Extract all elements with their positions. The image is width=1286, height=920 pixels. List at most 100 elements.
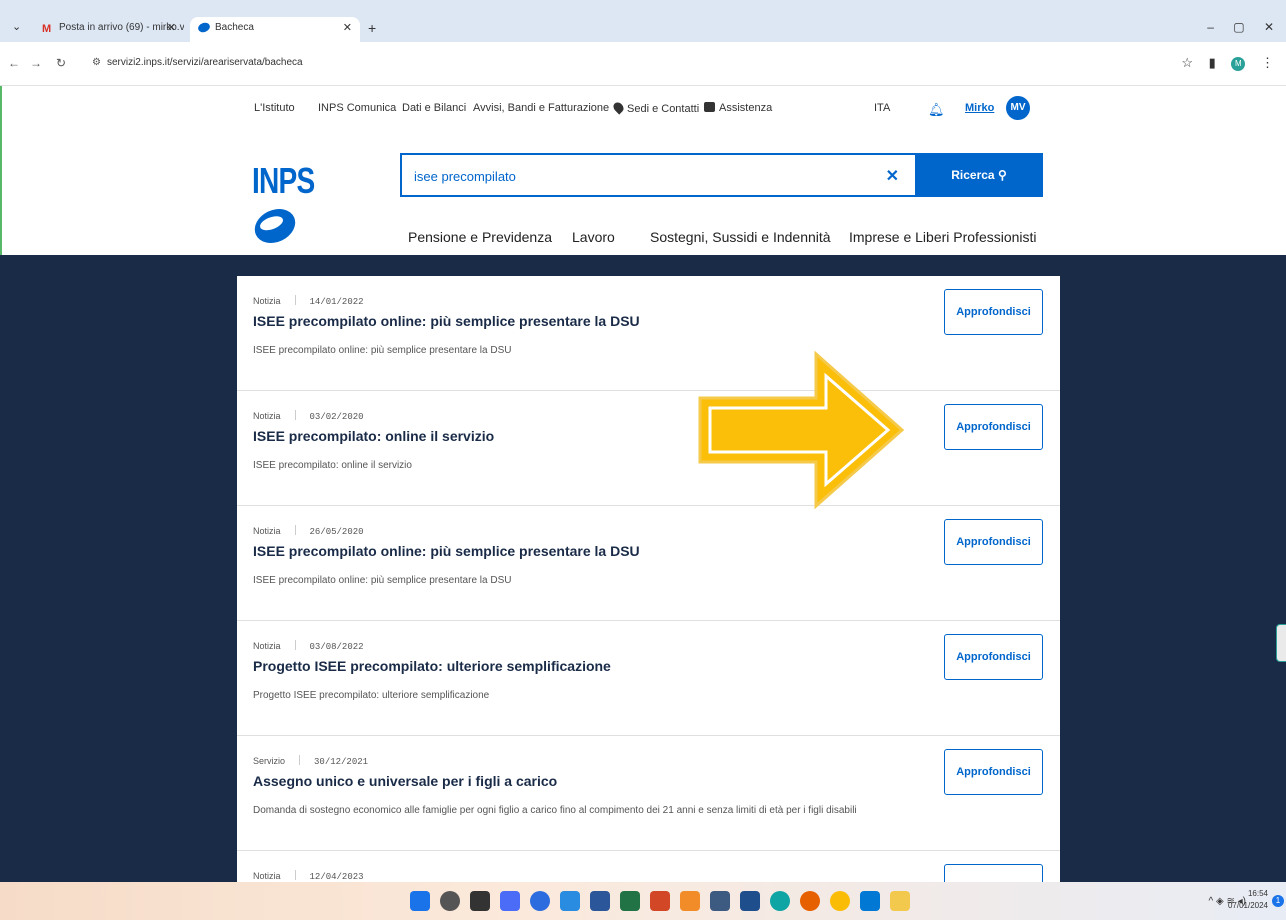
menu-kebab-icon[interactable]: ⋮ <box>1261 55 1274 70</box>
result-date: 03/08/2022 <box>309 642 364 652</box>
firefox-icon[interactable] <box>800 891 820 911</box>
taskbar-apps <box>410 891 910 911</box>
result-item: Notizia 03/08/2022 Progetto ISEE precompi… <box>237 621 1060 736</box>
chat-icon <box>704 102 715 112</box>
site-top-nav: L'Istituto INPS Comunica Dati e Bilanci … <box>0 86 1286 131</box>
nav-assistenza[interactable]: Assistenza <box>704 102 772 114</box>
result-type: Notizia <box>253 526 281 536</box>
close-icon[interactable]: ✕ <box>343 21 352 34</box>
annotation-arrow-icon <box>698 350 905 510</box>
new-tab-button[interactable]: + <box>368 20 376 36</box>
approfondisci-button[interactable]: Approfondisci <box>944 289 1043 335</box>
nav-avvisi[interactable]: Avvisi, Bandi e Fatturazione <box>473 102 609 114</box>
mainnav-lavoro[interactable]: Lavoro <box>572 229 615 245</box>
result-meta: Notizia 14/01/2022 <box>253 295 364 307</box>
clear-search-icon[interactable]: ✕ <box>886 166 899 186</box>
result-description: Progetto ISEE precompilato: ulteriore se… <box>253 690 490 701</box>
result-item: Notizia 14/01/2022 ISEE precompilato onli… <box>237 276 1060 391</box>
result-type: Notizia <box>253 641 281 651</box>
search-button[interactable]: Ricerca ⚲ <box>915 153 1043 197</box>
bookmark-star-icon[interactable]: ☆ <box>1181 55 1193 70</box>
windows-start-icon[interactable] <box>410 891 430 911</box>
zoom-icon[interactable] <box>530 891 550 911</box>
result-date: 26/05/2020 <box>309 527 364 537</box>
result-title[interactable]: Progetto ISEE precompilato: ulteriore se… <box>253 658 611 674</box>
mainnav-imprese[interactable]: Imprese e Liberi Professionisti <box>849 229 1037 245</box>
reload-icon[interactable]: ↻ <box>56 56 66 70</box>
search-icon: ⚲ <box>997 168 1007 182</box>
notification-badge[interactable]: 1 <box>1272 895 1284 907</box>
result-item: Notizia 03/02/2020 ISEE precompilato: onl… <box>237 391 1060 506</box>
mainnav-sostegni[interactable]: Sostegni, Sussidi e Indennità <box>650 229 831 245</box>
result-item: Servizio 30/12/2021 Assegno unico e unive… <box>237 736 1060 851</box>
inps-logo[interactable]: INPS <box>252 160 315 202</box>
skype-icon[interactable] <box>560 891 580 911</box>
window-controls[interactable]: – ▢ ✕ <box>1207 20 1274 34</box>
nav-comunica[interactable]: INPS Comunica <box>318 102 396 114</box>
close-icon[interactable]: ✕ <box>167 21 176 34</box>
excel-icon[interactable] <box>620 891 640 911</box>
result-title[interactable]: ISEE precompilato online: più semplice p… <box>253 543 640 559</box>
result-description: ISEE precompilato: online il servizio <box>253 460 412 471</box>
result-meta: Notizia 03/02/2020 <box>253 410 364 422</box>
tab-gmail[interactable]: M Posta in arrivo (69) - mirko.vigo ✕ <box>34 17 184 42</box>
taskbar: ^ ◈ ≋ ◂) 16:54 07/01/2024 1 <box>0 882 1286 920</box>
site-info-icon[interactable]: ⚙ <box>92 57 101 68</box>
chrome-icon[interactable] <box>830 891 850 911</box>
nav-sedi[interactable]: Sedi e Contatti <box>611 100 700 115</box>
result-date: 14/01/2022 <box>309 297 364 307</box>
gmail-icon: M <box>42 23 52 35</box>
result-title[interactable]: ISEE precompilato online: più semplice p… <box>253 313 640 329</box>
clock-time: 16:54 <box>1247 889 1268 898</box>
powerpoint-icon[interactable] <box>650 891 670 911</box>
result-title[interactable]: Assegno unico e universale per i figli a… <box>253 773 557 789</box>
nav-assistenza-label: Assistenza <box>719 102 773 114</box>
side-panel-icon[interactable]: ▮ <box>1209 55 1216 70</box>
result-date: 12/04/2023 <box>309 872 364 882</box>
search-input[interactable] <box>414 165 874 187</box>
forward-icon[interactable]: → <box>30 56 42 70</box>
notepad-icon[interactable] <box>710 891 730 911</box>
bell-icon[interactable]: 🔔︎ <box>928 102 945 118</box>
nav-sedi-label: Sedi e Contatti <box>627 103 700 115</box>
task-view-icon[interactable] <box>470 891 490 911</box>
extension-badge-icon[interactable] <box>1276 624 1286 662</box>
result-type: Notizia <box>253 296 281 306</box>
vlc-icon[interactable] <box>680 891 700 911</box>
tab-title: Bacheca <box>215 22 254 33</box>
edge-icon[interactable] <box>770 891 790 911</box>
back-icon[interactable]: ← <box>8 56 20 70</box>
user-name-link[interactable]: Mirko <box>965 102 994 114</box>
inps-icon <box>196 21 212 35</box>
url-field[interactable]: ⚙ servizi2.inps.it/servizi/areariservata/… <box>92 57 303 68</box>
tab-search-icon[interactable]: ⌄ <box>12 20 21 33</box>
approfondisci-button[interactable]: Approfondisci <box>944 749 1043 795</box>
clock[interactable]: 16:54 07/01/2024 <box>1228 888 1268 912</box>
approfondisci-button[interactable]: Approfondisci <box>944 519 1043 565</box>
url-text: servizi2.inps.it/servizi/areariservata/b… <box>106 57 303 68</box>
result-description: ISEE precompilato online: più semplice p… <box>253 575 512 586</box>
nav-dati[interactable]: Dati e Bilanci <box>402 102 466 114</box>
search-icon[interactable] <box>440 891 460 911</box>
clock-date: 07/01/2024 <box>1227 901 1268 910</box>
search-button-label: Ricerca <box>951 168 995 182</box>
mainnav-pensione[interactable]: Pensione e Previdenza <box>408 229 552 245</box>
approfondisci-button[interactable] <box>944 864 1043 882</box>
outlook-icon[interactable] <box>860 891 880 911</box>
word-icon[interactable] <box>590 891 610 911</box>
browser-tabstrip: ⌄ M Posta in arrivo (69) - mirko.vigo ✕ B… <box>0 0 1286 42</box>
nav-istituto[interactable]: L'Istituto <box>254 102 295 114</box>
result-date: 03/02/2020 <box>309 412 364 422</box>
tab-title: Posta in arrivo (69) - mirko.vigo <box>59 22 184 33</box>
tab-bacheca[interactable]: Bacheca ✕ <box>190 17 360 42</box>
profile-icon[interactable]: M <box>1231 57 1246 71</box>
approfondisci-button[interactable]: Approfondisci <box>944 634 1043 680</box>
language-selector[interactable]: ITA <box>874 102 890 114</box>
avatar[interactable]: MV <box>1006 96 1030 120</box>
zotero-icon[interactable] <box>740 891 760 911</box>
approfondisci-button[interactable]: Approfondisci <box>944 404 1043 450</box>
result-item: Notizia 12/04/2023 <box>237 851 1060 882</box>
file-explorer-icon[interactable] <box>890 891 910 911</box>
chat-app-icon[interactable] <box>500 891 520 911</box>
result-title[interactable]: ISEE precompilato: online il servizio <box>253 428 494 444</box>
